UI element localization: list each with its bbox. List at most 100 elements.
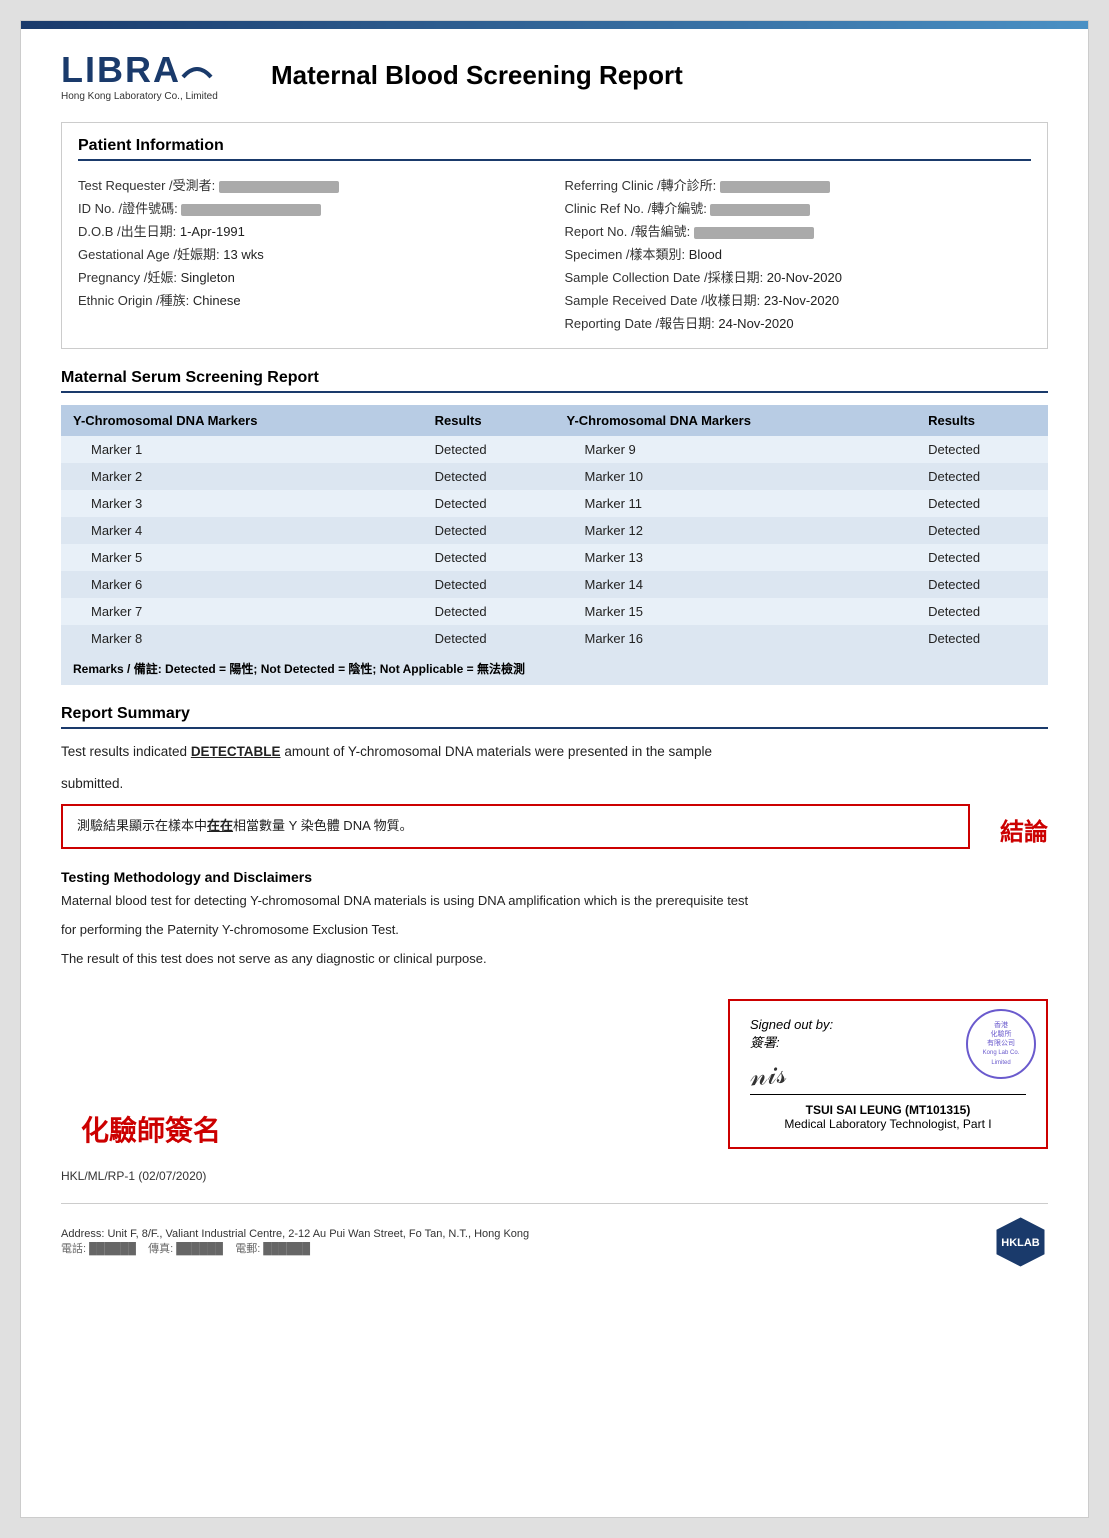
report-no-value [694,227,814,239]
stamp-seal: 香港化驗所有限公司Kong Lab Co.Limited [966,1009,1036,1079]
result-left: Detected [423,490,555,517]
marker-right: Marker 11 [554,490,916,517]
marker-left: Marker 7 [61,598,423,625]
marker-left: Marker 2 [61,463,423,490]
info-row-clinic-ref: Clinic Ref No. /轉介編號: [565,196,1032,219]
doc-ref: HKL/ML/RP-1 (02/07/2020) [61,1169,1048,1183]
conclusion-box: 測驗結果顯示在樣本中在在相當數量 Y 染色體 DNA 物質。 結論 [61,804,1048,849]
specimen-value: Blood [689,247,722,262]
logo-name: LIBRA [61,49,181,91]
clinic-value [720,181,830,193]
gest-value: 13 wks [223,247,263,262]
marker-left: Marker 8 [61,625,423,652]
conclusion-bold: 在在 [207,818,233,833]
result-left: Detected [423,625,555,652]
table-row: Marker 6 Detected Marker 14 Detected [61,571,1048,598]
signatory-name: TSUI SAI LEUNG (MT101315) [750,1103,1026,1117]
result-right: Detected [916,436,1048,463]
summary-title: Report Summary [61,705,1048,729]
info-row-report-no: Report No. /報告編號: [565,219,1032,242]
methodology-text1: Maternal blood test for detecting Y-chro… [61,891,1048,912]
marker-left: Marker 5 [61,544,423,571]
conclusion-chinese-text: 測驗結果顯示在樣本中在在相當數量 Y 染色體 DNA 物質。 [77,816,954,837]
received-value: 23-Nov-2020 [764,293,839,308]
svg-text:HKLAB: HKLAB [1001,1237,1040,1249]
col1-header: Y-Chromosomal DNA Markers [61,405,423,436]
reporting-value: 24-Nov-2020 [718,316,793,331]
table-row: Marker 1 Detected Marker 9 Detected [61,436,1048,463]
table-row: Marker 4 Detected Marker 12 Detected [61,517,1048,544]
remarks: Remarks / 備註: Detected = 陽性; Not Detecte… [61,652,1048,685]
summary-submitted: submitted. [61,773,1048,795]
methodology-text3: The result of this test does not serve a… [61,949,1048,970]
footer: Address: Unit F, 8/F., Valiant Industria… [61,1203,1048,1269]
ethnic-value: Chinese [193,293,241,308]
table-row: Marker 3 Detected Marker 11 Detected [61,490,1048,517]
logo: LIBRA [61,49,213,91]
marker-left: Marker 1 [61,436,423,463]
result-right: Detected [916,490,1048,517]
signature-box: 香港化驗所有限公司Kong Lab Co.Limited Signed out … [728,999,1048,1149]
id-value [181,204,321,216]
report-title: Maternal Blood Screening Report [271,60,683,91]
info-row-pregnancy: Pregnancy /妊娠: Singleton [78,265,545,288]
dob-value: 1-Apr-1991 [180,224,245,239]
result-right: Detected [916,463,1048,490]
result-left: Detected [423,436,555,463]
serum-table: Y-Chromosomal DNA Markers Results Y-Chro… [61,405,1048,652]
result-left: Detected [423,463,555,490]
col2-header: Results [423,405,555,436]
marker-right: Marker 14 [554,571,916,598]
result-left: Detected [423,517,555,544]
marker-left: Marker 3 [61,490,423,517]
chemist-label: 化驗師簽名 [61,1109,728,1149]
clinic-ref-value [710,204,810,216]
marker-right: Marker 15 [554,598,916,625]
col3-header: Y-Chromosomal DNA Markers [554,405,916,436]
col4-header: Results [916,405,1048,436]
summary-line2: amount of Y-chromosomal DNA materials we… [281,744,712,759]
collection-value: 20-Nov-2020 [767,270,842,285]
marker-right: Marker 13 [554,544,916,571]
patient-info-grid: Test Requester /受測者: ID No. /證件號碼: D.O.B… [78,173,1031,334]
marker-left: Marker 4 [61,517,423,544]
info-row-gest: Gestational Age /妊娠期: 13 wks [78,242,545,265]
patient-info-right: Referring Clinic /轉介診所: Clinic Ref No. /… [565,173,1032,334]
hklab-logo-icon: HKLAB [993,1214,1048,1269]
summary-text-main: Test results indicated DETECTABLE amount… [61,741,1048,763]
info-row-dob: D.O.B /出生日期: 1-Apr-1991 [78,219,545,242]
result-left: Detected [423,598,555,625]
serum-title: Maternal Serum Screening Report [61,369,1048,393]
signed-out-chinese: 簽署: [750,1035,780,1050]
methodology-section: Testing Methodology and Disclaimers Mate… [61,869,1048,969]
table-row: Marker 7 Detected Marker 15 Detected [61,598,1048,625]
marker-right: Marker 9 [554,436,916,463]
result-left: Detected [423,544,555,571]
table-row: Marker 2 Detected Marker 10 Detected [61,463,1048,490]
conclusion-text-box: 測驗結果顯示在樣本中在在相當數量 Y 染色體 DNA 物質。 [61,804,970,849]
logo-subtitle: Hong Kong Laboratory Co., Limited [61,91,218,102]
footer-text: Address: Unit F, 8/F., Valiant Industria… [61,1228,529,1256]
pregnancy-value: Singleton [181,270,235,285]
logo-arc-icon [181,61,213,79]
info-row-clinic: Referring Clinic /轉介診所: [565,173,1032,196]
stamp-text: 香港化驗所有限公司Kong Lab Co.Limited [979,1017,1024,1072]
patient-info-title: Patient Information [78,137,1031,161]
info-row-specimen: Specimen /樣本類別: Blood [565,242,1032,265]
serum-section: Maternal Serum Screening Report Y-Chromo… [61,369,1048,685]
patient-info-section: Patient Information Test Requester /受測者:… [61,122,1048,349]
info-row-ethnic: Ethnic Origin /種族: Chinese [78,288,545,311]
result-right: Detected [916,544,1048,571]
conclusion-label: 結論 [1000,804,1048,847]
logo-area: LIBRA Hong Kong Laboratory Co., Limited [61,49,241,102]
report-summary-section: Report Summary Test results indicated DE… [61,705,1048,849]
table-row: Marker 5 Detected Marker 13 Detected [61,544,1048,571]
info-row-reporting: Reporting Date /報告日期: 24-Nov-2020 [565,311,1032,334]
marker-right: Marker 16 [554,625,916,652]
info-row-received: Sample Received Date /收樣日期: 23-Nov-2020 [565,288,1032,311]
signatory-title: Medical Laboratory Technologist, Part I [750,1117,1026,1131]
info-row-id: ID No. /證件號碼: [78,196,545,219]
footer-phone: 電話: ██████ 傳真: ██████ 電郵: ██████ [61,1240,529,1256]
signature-cursive: 𝓃𝒾𝓈 [749,1058,788,1094]
marker-right: Marker 12 [554,517,916,544]
